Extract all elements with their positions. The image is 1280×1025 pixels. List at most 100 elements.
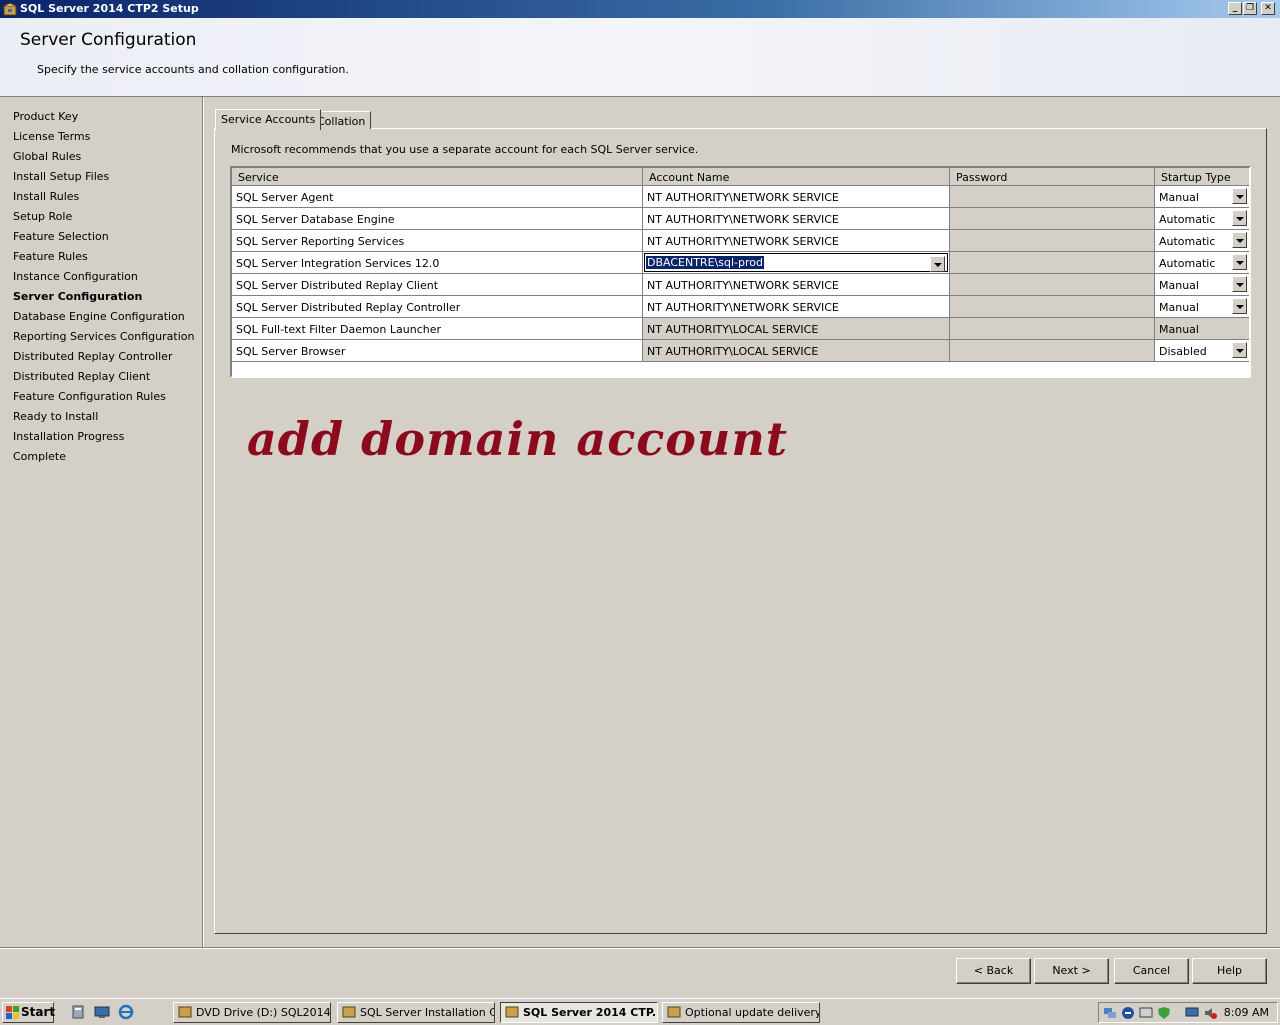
nav-step-setup-role: Setup Role xyxy=(13,210,73,223)
start-button[interactable]: Start xyxy=(2,1002,55,1023)
nav-step-global-rules: Global Rules xyxy=(13,150,82,163)
account-name-cell: NT AUTHORITY\LOCAL SERVICE xyxy=(643,340,950,362)
account-name-text: NT AUTHORITY\NETWORK SERVICE xyxy=(647,235,839,248)
startup-type-cell[interactable]: Manual xyxy=(1155,296,1249,318)
taskbar-button-label: SQL Server Installation C... xyxy=(360,1006,495,1019)
startup-type-cell-text: Manual xyxy=(1159,323,1199,336)
service-cell-text: SQL Server Agent xyxy=(236,191,334,204)
account-name-cell[interactable]: DBACENTRE\sql-prod xyxy=(643,252,950,274)
taskbar-button[interactable]: Optional update delivery... xyxy=(662,1002,820,1023)
nav-step-distributed-replay-client: Distributed Replay Client xyxy=(13,370,151,383)
action-center-icon[interactable] xyxy=(1139,1006,1153,1020)
title-bar: SQL Server 2014 CTP2 Setup _ ❐ ✕ xyxy=(0,0,1280,18)
clock[interactable]: 8:09 AM xyxy=(1224,1006,1269,1019)
minimize-button[interactable]: _ xyxy=(1228,2,1242,15)
service-cell-text: SQL Server Integration Services 12.0 xyxy=(236,257,440,270)
show-desktop-icon[interactable] xyxy=(94,1004,110,1020)
startup-type-cell-text: Disabled xyxy=(1159,345,1207,358)
restore-button[interactable]: ❐ xyxy=(1243,2,1257,15)
password-cell xyxy=(950,318,1155,340)
volume-muted-icon[interactable] xyxy=(1203,1006,1217,1020)
shield-icon[interactable] xyxy=(1157,1006,1171,1020)
taskbar-button[interactable]: DVD Drive (D:) SQL2014... xyxy=(173,1002,331,1023)
startup-type-cell[interactable]: Manual xyxy=(1155,186,1249,208)
next-button[interactable]: Next > xyxy=(1034,958,1109,984)
password-cell[interactable] xyxy=(950,186,1155,208)
account-name-text: NT AUTHORITY\NETWORK SERVICE xyxy=(647,191,839,204)
nav-step-installation-progress: Installation Progress xyxy=(13,430,125,443)
password-cell[interactable] xyxy=(950,252,1155,274)
account-name-text: NT AUTHORITY\LOCAL SERVICE xyxy=(647,323,819,336)
account-name-combobox[interactable]: DBACENTRE\sql-prod xyxy=(644,253,948,272)
dropdown-arrow-icon[interactable] xyxy=(930,256,945,272)
service-cell-text: SQL Full-text Filter Daemon Launcher xyxy=(236,323,442,336)
taskbar-button-label: Optional update delivery... xyxy=(685,1006,820,1019)
startup-type-dropdown-icon[interactable] xyxy=(1232,298,1247,314)
password-cell[interactable] xyxy=(950,296,1155,318)
taskbar-button[interactable]: SQL Server Installation C... xyxy=(337,1002,495,1023)
service-cell-text: SQL Server Distributed Replay Controller xyxy=(236,301,461,314)
task-app-icon xyxy=(667,1006,681,1018)
account-name-cell[interactable]: NT AUTHORITY\NETWORK SERVICE xyxy=(643,296,950,318)
nav-step-feature-rules: Feature Rules xyxy=(13,250,88,263)
account-name-cell[interactable]: NT AUTHORITY\NETWORK SERVICE xyxy=(643,230,950,252)
nav-step-server-configuration: Server Configuration xyxy=(13,290,143,303)
display-icon[interactable] xyxy=(1185,1006,1199,1020)
nav-step-install-setup-files: Install Setup Files xyxy=(13,170,110,183)
taskbar: Start DVD Drive (D:) SQL2014... SQL Serve… xyxy=(0,998,1280,1025)
account-name-text: NT AUTHORITY\NETWORK SERVICE xyxy=(647,213,839,226)
tab-service-accounts[interactable]: Service Accounts xyxy=(215,109,322,130)
account-name-cell: NT AUTHORITY\LOCAL SERVICE xyxy=(643,318,950,340)
startup-type-cell[interactable]: Automatic xyxy=(1155,230,1249,252)
startup-type-dropdown-icon[interactable] xyxy=(1232,232,1247,248)
service-cell: SQL Full-text Filter Daemon Launcher xyxy=(232,318,643,340)
taskbar-button[interactable]: SQL Server 2014 CTP... xyxy=(500,1002,658,1023)
server-manager-icon[interactable] xyxy=(70,1004,86,1020)
page-header: Server Configuration Specify the service… xyxy=(0,18,1280,97)
startup-type-dropdown-icon[interactable] xyxy=(1232,188,1247,204)
service-cell-text: SQL Server Database Engine xyxy=(236,213,395,226)
recommendation-text: Microsoft recommends that you use a sepa… xyxy=(231,143,699,156)
nav-step-license-terms: License Terms xyxy=(13,130,91,143)
cancel-button[interactable]: Cancel xyxy=(1114,958,1189,984)
system-tray: 8:09 AM xyxy=(1098,1002,1278,1023)
startup-type-cell[interactable]: Automatic xyxy=(1155,252,1249,274)
help-button[interactable]: Help xyxy=(1192,958,1267,984)
startup-type-dropdown-icon[interactable] xyxy=(1232,342,1247,358)
back-button[interactable]: < Back xyxy=(956,958,1031,984)
password-cell[interactable] xyxy=(950,208,1155,230)
column-header-password[interactable]: Password xyxy=(950,168,1155,186)
service-cell: SQL Server Agent xyxy=(232,186,643,208)
nav-step-feature-configuration-rules: Feature Configuration Rules xyxy=(13,390,166,403)
startup-type-cell-text: Manual xyxy=(1159,301,1199,314)
startup-type-dropdown-icon[interactable] xyxy=(1232,210,1247,226)
column-header-account-name[interactable]: Account Name xyxy=(643,168,950,186)
password-cell[interactable] xyxy=(950,274,1155,296)
account-name-cell[interactable]: NT AUTHORITY\NETWORK SERVICE xyxy=(643,186,950,208)
startup-type-cell-text: Manual xyxy=(1159,279,1199,292)
startup-type-dropdown-icon[interactable] xyxy=(1232,254,1247,270)
network-icon[interactable] xyxy=(1103,1006,1117,1020)
service-cell: SQL Server Reporting Services xyxy=(232,230,643,252)
column-header-service[interactable]: Service xyxy=(232,168,643,186)
nav-step-distributed-replay-controller: Distributed Replay Controller xyxy=(13,350,173,363)
update-icon[interactable] xyxy=(1121,1006,1135,1020)
nav-step-instance-configuration: Instance Configuration xyxy=(13,270,138,283)
password-cell[interactable] xyxy=(950,230,1155,252)
column-header-startup-type[interactable]: Startup Type xyxy=(1155,168,1249,186)
windows-logo-icon xyxy=(6,1006,19,1019)
startup-type-cell-text: Automatic xyxy=(1159,235,1216,248)
account-name-text: NT AUTHORITY\NETWORK SERVICE xyxy=(647,301,839,314)
startup-type-cell[interactable]: Disabled xyxy=(1155,340,1249,362)
account-name-cell[interactable]: NT AUTHORITY\NETWORK SERVICE xyxy=(643,208,950,230)
sql-setup-icon xyxy=(3,2,17,16)
startup-type-dropdown-icon[interactable] xyxy=(1232,276,1247,292)
account-name-cell[interactable]: NT AUTHORITY\NETWORK SERVICE xyxy=(643,274,950,296)
nav-step-ready-to-install: Ready to Install xyxy=(13,410,99,423)
close-button[interactable]: ✕ xyxy=(1261,2,1275,15)
page-subtitle: Specify the service accounts and collati… xyxy=(37,63,349,76)
startup-type-cell[interactable]: Automatic xyxy=(1155,208,1249,230)
internet-explorer-icon[interactable] xyxy=(118,1004,134,1020)
startup-type-cell-text: Automatic xyxy=(1159,257,1216,270)
startup-type-cell[interactable]: Manual xyxy=(1155,274,1249,296)
